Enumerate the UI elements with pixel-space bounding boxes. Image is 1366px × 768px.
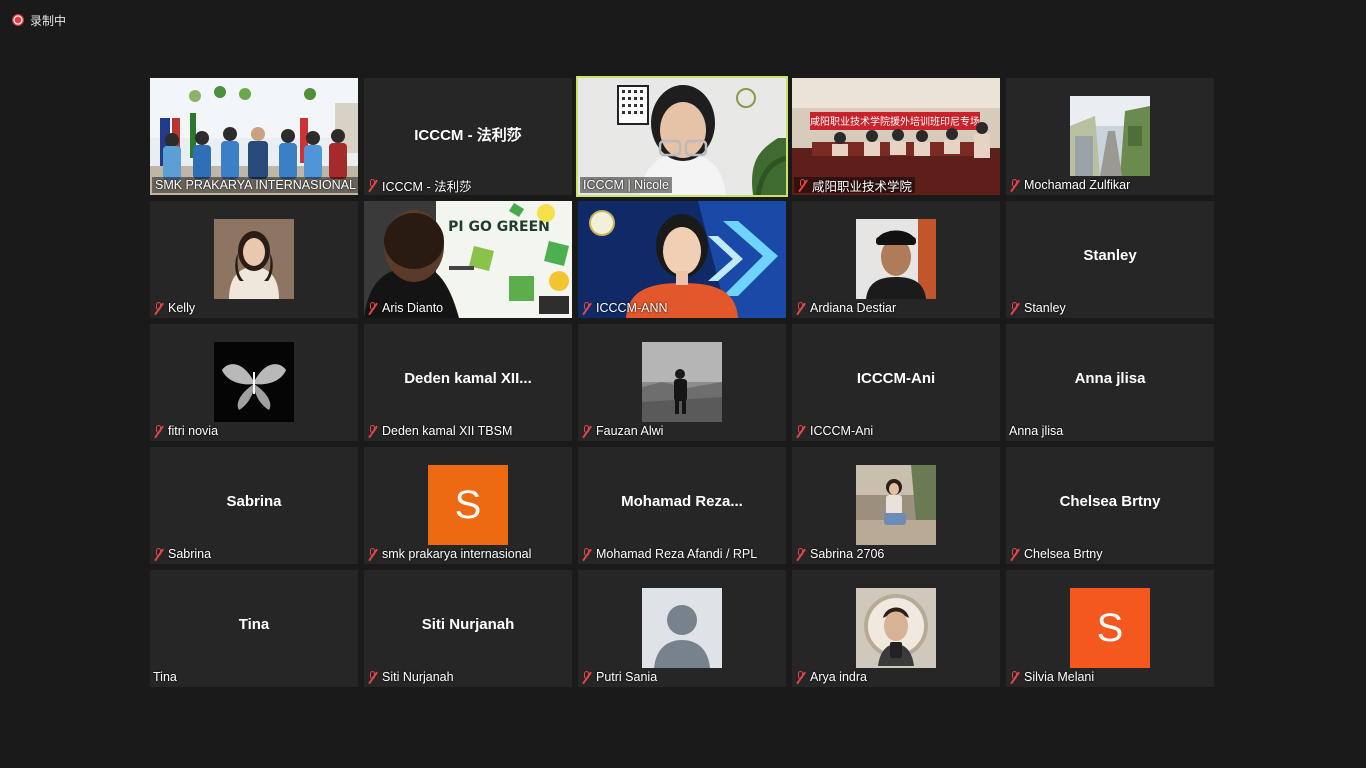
mic-muted-icon	[581, 301, 592, 315]
profile-photo	[214, 342, 294, 422]
mic-muted-icon	[581, 424, 592, 438]
mic-muted-icon	[1009, 178, 1020, 192]
recording-label: 录制中	[30, 13, 67, 28]
participant-tile[interactable]: Mochamad Zulfikar	[1006, 78, 1214, 195]
participant-name: Silvia Melani	[1009, 669, 1094, 685]
participant-name: Arya indra	[795, 669, 867, 685]
participant-display-name: Tina	[238, 616, 270, 633]
participant-name: Mohamad Reza Afandi / RPL	[581, 546, 757, 562]
participant-tile[interactable]: SMK PRAKARYA INTERNASIONAL	[150, 78, 358, 195]
initial-avatar: S	[1070, 588, 1150, 668]
mic-muted-icon	[367, 424, 378, 438]
participant-tile[interactable]: Stanley Stanley	[1006, 201, 1214, 318]
participant-name: Mochamad Zulfikar	[1009, 177, 1130, 193]
mic-muted-icon	[795, 424, 806, 438]
participant-tile[interactable]: Arya indra	[792, 570, 1000, 687]
mic-muted-icon	[153, 301, 164, 315]
participant-name: Sabrina	[153, 546, 211, 562]
participant-tile[interactable]: fitri novia	[150, 324, 358, 441]
participant-display-name: Deden kamal XII...	[404, 370, 532, 387]
participant-tile[interactable]: Anna jlisa Anna jlisa	[1006, 324, 1214, 441]
participant-name: ICCCM-Ani	[795, 423, 873, 439]
participant-name: Putri Sania	[581, 669, 657, 685]
participant-name: Tina	[153, 670, 177, 684]
initial-avatar: S	[428, 465, 508, 545]
participant-name: ICCCM | Nicole	[580, 177, 672, 193]
participant-name: Anna jlisa	[1009, 424, 1064, 438]
profile-photo	[856, 465, 936, 545]
participant-name: fitri novia	[153, 423, 218, 439]
participant-name: ICCCM-ANN	[581, 300, 668, 316]
participant-name: Chelsea Brtny	[1009, 546, 1103, 562]
participant-display-name: Stanley	[1083, 247, 1137, 264]
mic-muted-icon	[1009, 301, 1020, 315]
mic-muted-icon	[581, 670, 592, 684]
participant-tile[interactable]: PI GO GREEN Aris Dianto	[364, 201, 572, 318]
participant-name: Aris Dianto	[367, 300, 443, 316]
mic-muted-icon	[795, 670, 806, 684]
mic-muted-icon	[367, 670, 378, 684]
participant-tile[interactable]: Mohamad Reza... Mohamad Reza Afandi / RP…	[578, 447, 786, 564]
banner-text: 咸阳职业技术学院援外培训班印尼专场	[810, 115, 980, 128]
participant-tile[interactable]: S smk prakarya internasional	[364, 447, 572, 564]
recording-indicator[interactable]: 录制中	[12, 11, 66, 29]
participant-tile[interactable]: Kelly	[150, 201, 358, 318]
participant-name: 咸阳职业技术学院	[794, 177, 916, 194]
participant-name: Deden kamal XII TBSM	[367, 423, 512, 439]
participant-name: Siti Nurjanah	[367, 669, 454, 685]
participant-display-name: Anna jlisa	[1074, 370, 1146, 387]
participant-name: Sabrina 2706	[795, 546, 884, 562]
recording-icon	[12, 14, 24, 26]
participant-display-name: ICCCM-Ani	[856, 370, 936, 387]
profile-photo	[642, 342, 722, 422]
profile-photo	[856, 588, 936, 668]
mic-muted-icon	[581, 547, 592, 561]
gallery-grid: SMK PRAKARYA INTERNASIONAL ICCCM - 法利莎 I…	[150, 76, 1214, 687]
participant-tile[interactable]: 咸阳职业技术学院援外培训班印尼专场 咸阳职业技术学院	[792, 78, 1000, 195]
background-banner-text: PI GO GREEN	[448, 219, 550, 235]
participant-tile[interactable]: Sabrina Sabrina	[150, 447, 358, 564]
mic-muted-icon	[797, 178, 808, 192]
mic-muted-icon	[153, 424, 164, 438]
participant-name: SMK PRAKARYA INTERNASIONAL	[152, 177, 358, 193]
participant-display-name: Chelsea Brtny	[1059, 493, 1161, 510]
participant-name: smk prakarya internasional	[367, 546, 531, 562]
mic-muted-icon	[367, 301, 378, 315]
participant-name: Fauzan Alwi	[581, 423, 663, 439]
participant-tile[interactable]: ICCCM-Ani ICCCM-Ani	[792, 324, 1000, 441]
participant-tile[interactable]: Sabrina 2706	[792, 447, 1000, 564]
mic-muted-icon	[367, 178, 378, 192]
mic-muted-icon	[1009, 670, 1020, 684]
participant-tile[interactable]: Siti Nurjanah Siti Nurjanah	[364, 570, 572, 687]
participant-display-name: Sabrina	[226, 493, 282, 510]
profile-photo	[1070, 96, 1150, 176]
participant-tile[interactable]: Deden kamal XII... Deden kamal XII TBSM	[364, 324, 572, 441]
default-avatar-icon	[642, 588, 722, 668]
mic-muted-icon	[795, 301, 806, 315]
participant-tile[interactable]: Putri Sania	[578, 570, 786, 687]
participant-tile[interactable]: ICCCM-ANN	[578, 201, 786, 318]
participant-tile[interactable]: S Silvia Melani	[1006, 570, 1214, 687]
participant-display-name: ICCCM - 法利莎	[414, 127, 522, 144]
mic-muted-icon	[153, 547, 164, 561]
profile-photo	[856, 219, 936, 299]
participant-tile[interactable]: Chelsea Brtny Chelsea Brtny	[1006, 447, 1214, 564]
participant-name: Stanley	[1009, 300, 1066, 316]
participant-tile[interactable]: ICCCM - 法利莎 ICCCM - 法利莎	[364, 78, 572, 195]
participant-tile[interactable]: Ardiana Destiar	[792, 201, 1000, 318]
participant-display-name: Mohamad Reza...	[621, 493, 743, 510]
mic-muted-icon	[367, 547, 378, 561]
participant-name: ICCCM - 法利莎	[367, 177, 472, 194]
participant-tile-active-speaker[interactable]: ICCCM | Nicole	[576, 76, 788, 197]
profile-photo	[214, 219, 294, 299]
mic-muted-icon	[1009, 547, 1020, 561]
mic-muted-icon	[795, 547, 806, 561]
participant-name: Kelly	[153, 300, 195, 316]
participant-tile[interactable]: Fauzan Alwi	[578, 324, 786, 441]
participant-tile[interactable]: Tina Tina	[150, 570, 358, 687]
participant-name: Ardiana Destiar	[795, 300, 896, 316]
participant-display-name: Siti Nurjanah	[421, 616, 515, 633]
